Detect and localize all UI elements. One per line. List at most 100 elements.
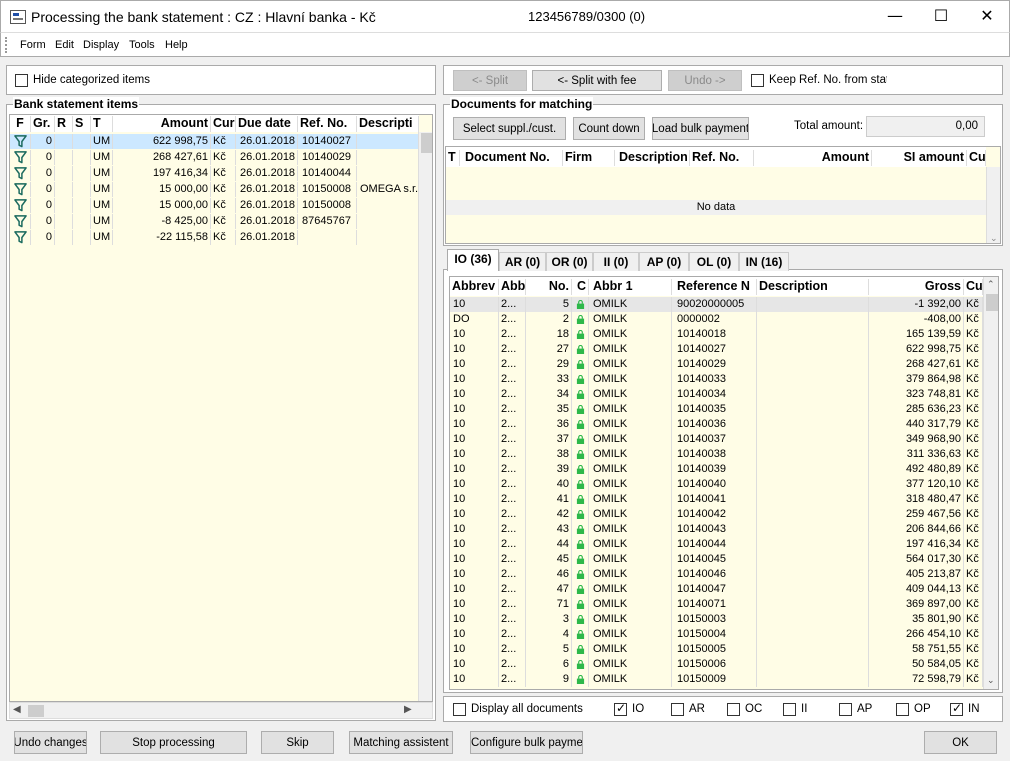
list-item[interactable]: 10 2... 34 OMILK 10140034 323 748,81 Kč: [450, 387, 983, 402]
list-item[interactable]: DO 2... 2 OMILK 0000002 -408,00 Kč: [450, 312, 983, 327]
list-item[interactable]: 10 2... 40 OMILK 10140040 377 120,10 Kč: [450, 477, 983, 492]
filter-icon[interactable]: [10, 134, 31, 149]
menu-help[interactable]: Help: [165, 39, 188, 51]
col-description[interactable]: Descripti: [357, 116, 419, 132]
bank-grid-hscroll-thumb[interactable]: [28, 705, 44, 717]
select-supplier-button[interactable]: Select suppl./cust.: [453, 117, 566, 140]
scroll-down-icon[interactable]: ⌄: [987, 675, 995, 686]
col-amount[interactable]: Amount: [113, 116, 211, 132]
table-row[interactable]: 0 UM 15 000,00 Kč 26.01.2018 10150008 OMEGA s.…: [10, 182, 419, 197]
list-col-c[interactable]: C: [572, 279, 589, 295]
doc-col-cu[interactable]: Cu: [967, 150, 986, 166]
scroll-down-icon[interactable]: ⌄: [990, 233, 998, 243]
minimize-button[interactable]: —: [872, 1, 918, 32]
menu-edit[interactable]: Edit: [55, 39, 74, 51]
table-row[interactable]: 0 UM 197 416,34 Kč 26.01.2018 10140044: [10, 166, 419, 181]
split-with-fee-button[interactable]: <- Split with fee: [532, 70, 662, 91]
list-item[interactable]: 10 2... 43 OMILK 10140043 206 844,66 Kč: [450, 522, 983, 537]
doc-col-ref-no[interactable]: Ref. No.: [690, 150, 754, 166]
list-item[interactable]: 10 2... 33 OMILK 10140033 379 864,98 Kč: [450, 372, 983, 387]
table-row[interactable]: 0 UM 15 000,00 Kč 26.01.2018 10150008: [10, 198, 419, 213]
col-s[interactable]: S: [73, 116, 91, 132]
doc-col-amount[interactable]: Amount: [754, 150, 872, 166]
filter-icon[interactable]: [10, 198, 31, 213]
list-item[interactable]: 10 2... 41 OMILK 10140041 318 480,47 Kč: [450, 492, 983, 507]
filter-op-checkbox[interactable]: [896, 703, 909, 716]
bank-grid-vscroll[interactable]: [418, 132, 432, 701]
menu-tools[interactable]: Tools: [129, 39, 155, 51]
filter-ar-checkbox[interactable]: [671, 703, 684, 716]
list-item[interactable]: 10 2... 6 OMILK 10150006 50 584,05 Kč: [450, 657, 983, 672]
list-item[interactable]: 10 2... 71 OMILK 10140071 369 897,00 Kč: [450, 597, 983, 612]
list-col-cu[interactable]: Cu: [964, 279, 983, 295]
col-cur[interactable]: Cur: [211, 116, 236, 132]
list-item[interactable]: 10 2... 29 OMILK 10140029 268 427,61 Kč: [450, 357, 983, 372]
filter-icon[interactable]: [10, 150, 31, 165]
doc-col-si-amount[interactable]: SI amount: [872, 150, 967, 166]
bank-grid-vscroll-thumb[interactable]: [421, 133, 432, 153]
matching-assistant-button[interactable]: Matching assistent: [349, 731, 453, 754]
list-grid-vscroll[interactable]: ⌃ ⌄: [983, 277, 998, 689]
list-item[interactable]: 10 2... 5 OMILK 10150005 58 751,55 Kč: [450, 642, 983, 657]
tab-or[interactable]: OR (0): [546, 252, 593, 271]
filter-ii-checkbox[interactable]: [783, 703, 796, 716]
list-item[interactable]: 10 2... 37 OMILK 10140037 349 968,90 Kč: [450, 432, 983, 447]
col-f[interactable]: F: [10, 116, 31, 132]
table-row[interactable]: 0 UM 268 427,61 Kč 26.01.2018 10140029: [10, 150, 419, 165]
doc-col-description[interactable]: Description: [615, 150, 690, 166]
filter-icon[interactable]: [10, 182, 31, 197]
undo-changes-button[interactable]: Undo changes: [14, 731, 87, 754]
list-item[interactable]: 10 2... 46 OMILK 10140046 405 213,87 Kč: [450, 567, 983, 582]
filter-icon[interactable]: [10, 166, 31, 181]
split-button[interactable]: <- Split: [453, 70, 527, 91]
doc-col-t[interactable]: T: [446, 150, 460, 166]
list-item[interactable]: 10 2... 36 OMILK 10140036 440 317,79 Kč: [450, 417, 983, 432]
table-row[interactable]: 0 UM 622 998,75 Kč 26.01.2018 10140027: [10, 134, 419, 149]
table-row[interactable]: 0 UM -8 425,00 Kč 26.01.2018 87645767: [10, 214, 419, 229]
col-ref-no[interactable]: Ref. No.: [298, 116, 357, 132]
list-item[interactable]: 10 2... 44 OMILK 10140044 197 416,34 Kč: [450, 537, 983, 552]
bank-grid-hscroll[interactable]: ◀ ▶: [9, 702, 433, 719]
filter-in-checkbox[interactable]: [950, 701, 963, 716]
list-col-abbr1[interactable]: Abbr 1: [589, 279, 672, 295]
filter-icon[interactable]: [10, 230, 31, 245]
col-gr[interactable]: Gr.: [31, 116, 55, 132]
list-item[interactable]: 10 2... 4 OMILK 10150004 266 454,10 Kč: [450, 627, 983, 642]
list-item[interactable]: 10 2... 35 OMILK 10140035 285 636,23 Kč: [450, 402, 983, 417]
close-button[interactable]: ✕: [964, 1, 1010, 32]
tab-ol[interactable]: OL (0): [689, 252, 739, 271]
scroll-left-icon[interactable]: ◀: [13, 704, 21, 715]
list-item[interactable]: 10 2... 38 OMILK 10140038 311 336,63 Kč: [450, 447, 983, 462]
doc-col-firm[interactable]: Firm: [563, 150, 615, 166]
load-bulk-payment-button[interactable]: Load bulk payment: [652, 117, 749, 140]
tab-io[interactable]: IO (36): [447, 249, 499, 271]
list-item[interactable]: 10 2... 18 OMILK 10140018 165 139,59 Kč: [450, 327, 983, 342]
list-grid-vscroll-thumb[interactable]: [986, 294, 998, 311]
undo-split-button[interactable]: Undo ->: [668, 70, 742, 91]
col-r[interactable]: R: [55, 116, 73, 132]
list-item[interactable]: 10 2... 47 OMILK 10140047 409 044,13 Kč: [450, 582, 983, 597]
list-col-reference[interactable]: Reference N: [672, 279, 757, 295]
scroll-right-icon[interactable]: ▶: [404, 704, 412, 715]
scroll-up-icon[interactable]: ⌃: [987, 279, 995, 290]
list-col-no[interactable]: No.: [526, 279, 572, 295]
display-all-checkbox[interactable]: [453, 703, 466, 716]
doc-col-document-no[interactable]: Document No.: [460, 150, 563, 166]
list-item[interactable]: 10 2... 27 OMILK 10140027 622 998,75 Kč: [450, 342, 983, 357]
list-item[interactable]: 10 2... 5 OMILK 90020000005 -1 392,00 Kč: [450, 297, 983, 312]
tab-in[interactable]: IN (16): [739, 252, 789, 271]
list-item[interactable]: 10 2... 3 OMILK 10150003 35 801,90 Kč: [450, 612, 983, 627]
menu-form[interactable]: Form: [20, 39, 46, 51]
list-col-description[interactable]: Description: [757, 279, 869, 295]
filter-icon[interactable]: [10, 214, 31, 229]
filter-oc-checkbox[interactable]: [727, 703, 740, 716]
tab-ap[interactable]: AP (0): [639, 252, 689, 271]
stop-processing-button[interactable]: Stop processing: [100, 731, 247, 754]
configure-bulk-payment-button[interactable]: Configure bulk payment: [470, 731, 583, 754]
list-col-gross[interactable]: Gross: [869, 279, 964, 295]
list-item[interactable]: 10 2... 42 OMILK 10140042 259 467,56 Kč: [450, 507, 983, 522]
menu-display[interactable]: Display: [83, 39, 119, 51]
list-col-abb[interactable]: Abb: [499, 279, 526, 295]
filter-ap-checkbox[interactable]: [839, 703, 852, 716]
ok-button[interactable]: OK: [924, 731, 997, 754]
